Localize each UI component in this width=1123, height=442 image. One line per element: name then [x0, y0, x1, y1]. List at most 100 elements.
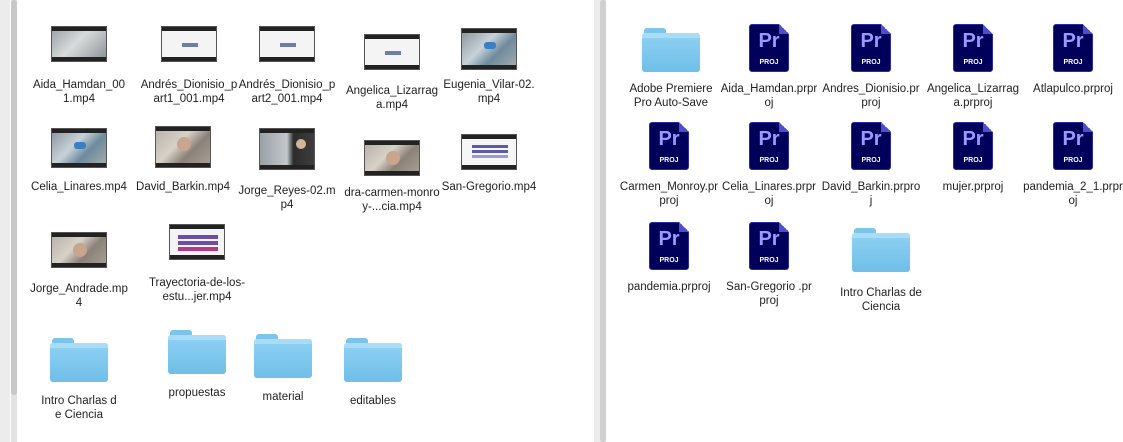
left-scrollbar-thumb[interactable]: [11, 0, 17, 395]
prproj-celia-linares[interactable]: Pr PROJ Celia_Linares.prproj: [722, 114, 816, 208]
premiere-logo-text: Pr: [758, 128, 780, 150]
prproj-pandemia-2-1[interactable]: Pr PROJ pandemia_2_1.prproj: [1023, 114, 1123, 208]
prproj-aida-hamdan[interactable]: Pr PROJ Aida_Hamdan.prproj: [720, 16, 818, 110]
premiere-badge: PROJ: [861, 157, 881, 164]
folder-propuestas[interactable]: propuestas: [150, 320, 244, 400]
prproj-san-gregorio[interactable]: Pr PROJ San-Gregorio .prproj: [722, 214, 816, 308]
file-label: Carmen_Monroy.prproj: [619, 181, 719, 207]
file-label: mujer.prproj: [942, 181, 1004, 193]
premiere-project-icon: Pr PROJ: [649, 122, 689, 170]
file-item-jorge-reyes-mp4[interactable]: Jorge_Reyes-02.mp4: [238, 118, 336, 212]
file-label: Angelica_Lizarraga.mp4: [345, 85, 439, 111]
file-label: dra-carmen-monroy-...cia.mp4: [344, 187, 440, 213]
file-item-angelica-lizarraga-mp4[interactable]: Angelica_Lizarraga.mp4: [345, 18, 439, 112]
file-label: Eugenia_Vilar-02.mp4: [443, 79, 535, 105]
folder-adobe-premiere-auto-save[interactable]: Adobe Premiere Pro Auto-Save: [624, 16, 718, 110]
folder-icon: [254, 330, 312, 378]
file-label: Andres_Dionisio.prproj: [822, 83, 920, 109]
left-window-edge: [0, 0, 10, 442]
file-label: Intro Charlas de Ciencia: [840, 287, 922, 313]
folder-icon: [344, 334, 402, 382]
premiere-logo-text: Pr: [860, 128, 882, 150]
file-label: Adobe Premiere Pro Auto-Save: [629, 83, 713, 109]
folder-icon: [642, 24, 700, 72]
file-label: Aida_Hamdan_001.mp4: [32, 79, 126, 105]
premiere-project-icon: Pr PROJ: [749, 222, 789, 270]
premiere-logo-text: Pr: [1062, 128, 1084, 150]
prproj-angelica-lizarraga[interactable]: Pr PROJ Angelica_Lizarraga.prproj: [926, 16, 1020, 110]
premiere-project-icon: Pr PROJ: [1053, 122, 1093, 170]
video-thumbnail-icon: [364, 140, 420, 176]
prproj-mujer[interactable]: Pr PROJ mujer.prproj: [926, 114, 1020, 194]
file-label: pandemia.prproj: [627, 281, 711, 293]
prproj-andres-dionisio[interactable]: Pr PROJ Andres_Dionisio.prproj: [822, 16, 920, 110]
prproj-pandemia[interactable]: Pr PROJ pandemia.prproj: [622, 214, 716, 294]
file-label: Andrés_Dionisio_part2_001.mp4: [238, 79, 336, 105]
video-thumbnail-icon: [155, 126, 211, 168]
premiere-project-icon: Pr PROJ: [1053, 24, 1093, 72]
right-scrollbar-thumb[interactable]: [600, 0, 606, 442]
premiere-logo-text: Pr: [962, 30, 984, 52]
premiere-badge: PROJ: [1063, 59, 1083, 66]
file-label: pandemia_2_1.prproj: [1023, 181, 1123, 207]
folder-icon: [168, 326, 226, 374]
file-label: Aida_Hamdan.prproj: [720, 83, 818, 109]
premiere-logo-text: Pr: [658, 228, 680, 250]
video-thumbnail-icon: [161, 26, 217, 62]
file-item-san-gregorio-mp4[interactable]: San-Gregorio.mp4: [442, 118, 536, 194]
video-thumbnail-icon: [364, 34, 420, 70]
premiere-badge: PROJ: [659, 257, 679, 264]
video-thumbnail-icon: [461, 28, 517, 70]
premiere-project-icon: Pr PROJ: [749, 24, 789, 72]
folder-intro-charlas-de-ciencia[interactable]: Intro Charlas de Ciencia: [32, 328, 126, 422]
file-label: San-Gregorio .prproj: [726, 281, 812, 307]
premiere-project-icon: Pr PROJ: [851, 24, 891, 72]
file-label: Angelica_Lizarraga.prproj: [926, 83, 1020, 109]
file-item-jorge-andrade-mp4[interactable]: Jorge_Andrade.mp4: [30, 216, 128, 310]
premiere-project-icon: Pr PROJ: [851, 122, 891, 170]
file-label: Jorge_Reyes-02.mp4: [238, 185, 336, 211]
premiere-badge: PROJ: [759, 157, 779, 164]
video-thumbnail-icon: [169, 224, 225, 260]
premiere-logo-text: Pr: [758, 30, 780, 52]
file-label: David_Barkin.mp4: [136, 181, 230, 193]
file-label: Atlapulco.prproj: [1033, 83, 1113, 95]
premiere-project-icon: Pr PROJ: [649, 222, 689, 270]
file-item-aida-hamdan-mp4[interactable]: Aida_Hamdan_001.mp4: [32, 18, 126, 106]
premiere-logo-text: Pr: [962, 128, 984, 150]
file-item-andres-dionisio-part1[interactable]: Andrés_Dionisio_part1_001.mp4: [140, 18, 238, 106]
file-label: Jorge_Andrade.mp4: [30, 283, 128, 309]
video-thumbnail-icon: [259, 26, 315, 62]
right-scrollbar[interactable]: [600, 0, 606, 442]
file-label: David_Barkin.prproj: [821, 181, 921, 207]
video-thumbnail-icon: [51, 128, 107, 168]
file-item-david-barkin-mp4[interactable]: David_Barkin.mp4: [136, 118, 230, 194]
file-label: Trayectoria-de-los-estu...jer.mp4: [148, 277, 246, 303]
left-scrollbar[interactable]: [11, 0, 17, 442]
folder-material[interactable]: material: [236, 324, 330, 404]
premiere-badge: PROJ: [963, 59, 983, 66]
file-label: Celia_Linares.mp4: [31, 181, 127, 193]
premiere-badge: PROJ: [759, 59, 779, 66]
prproj-atlapulco[interactable]: Pr PROJ Atlapulco.prproj: [1026, 16, 1120, 96]
folder-editables[interactable]: editables: [326, 328, 420, 408]
prproj-david-barkin[interactable]: Pr PROJ David_Barkin.prproj: [821, 114, 921, 208]
premiere-badge: PROJ: [759, 257, 779, 264]
file-item-dra-carmen-monroy-mp4[interactable]: dra-carmen-monroy-...cia.mp4: [344, 118, 440, 214]
premiere-logo-text: Pr: [658, 128, 680, 150]
file-label: Andrés_Dionisio_part1_001.mp4: [140, 79, 238, 105]
file-item-andres-dionisio-part2[interactable]: Andrés_Dionisio_part2_001.mp4: [238, 18, 336, 106]
premiere-logo-text: Pr: [1062, 30, 1084, 52]
folder-intro-charlas-de-ciencia-right[interactable]: Intro Charlas de Ciencia: [834, 216, 928, 314]
video-thumbnail-icon: [461, 134, 517, 170]
file-item-eugenia-vilar-mp4[interactable]: Eugenia_Vilar-02.mp4: [442, 18, 536, 106]
premiere-project-icon: Pr PROJ: [749, 122, 789, 170]
premiere-project-icon: Pr PROJ: [953, 24, 993, 72]
folder-icon: [852, 224, 910, 272]
premiere-badge: PROJ: [1063, 157, 1083, 164]
file-item-celia-linares-mp4[interactable]: Celia_Linares.mp4: [31, 118, 127, 194]
prproj-carmen-monroy[interactable]: Pr PROJ Carmen_Monroy.prproj: [619, 114, 719, 208]
file-item-trayectoria-mp4[interactable]: Trayectoria-de-los-estu...jer.mp4: [148, 216, 246, 304]
file-label: Celia_Linares.prproj: [722, 181, 816, 207]
video-thumbnail-icon: [51, 232, 107, 268]
